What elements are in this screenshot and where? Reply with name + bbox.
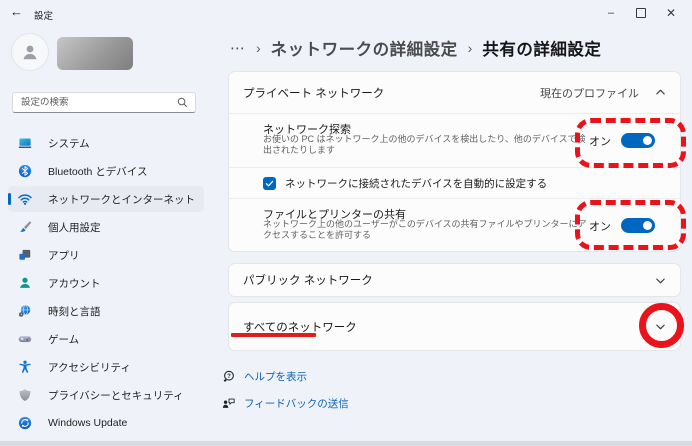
file-printer-sharing-row: ファイルとプリンターの共有 ネットワーク上の他のユーザーがこのデバイスの共有ファ… <box>229 199 680 252</box>
toggle-state-label: オン <box>589 218 611 234</box>
section-title: パブリック ネットワーク <box>243 272 373 288</box>
maximize-icon <box>636 8 646 18</box>
chevron-down-icon <box>655 321 666 332</box>
selected-indicator <box>8 193 11 205</box>
network-discovery-toggle[interactable]: オン <box>589 114 655 167</box>
windows-update-icon <box>18 416 32 430</box>
sidebar-item-accessibility[interactable]: アクセシビリティ <box>8 354 204 380</box>
sidebar-item-network[interactable]: ネットワークとインターネット <box>8 186 204 212</box>
breadcrumb-overflow-button[interactable]: ⋯ <box>230 39 246 57</box>
chevron-up-icon <box>655 87 666 98</box>
sidebar-item-label: アカウント <box>48 276 101 291</box>
toggle-switch-icon <box>621 133 655 148</box>
user-avatar[interactable] <box>11 33 49 71</box>
page-title: 共有の詳細設定 <box>482 36 601 60</box>
breadcrumb: ⋯ › ネットワークの詳細設定 › 共有の詳細設定 <box>230 36 601 60</box>
bluetooth-icon <box>18 164 32 178</box>
settings-window: ← 設定 – ✕ システム <box>0 0 692 446</box>
system-icon <box>18 136 32 150</box>
sidebar-item-label: ネットワークとインターネット <box>48 192 195 207</box>
search-icon <box>177 97 188 108</box>
setting-description: ネットワーク上の他のユーザーがこのデバイスの共有ファイルやプリンターにアクセスす… <box>263 219 593 241</box>
titlebar: ← 設定 – ✕ <box>0 0 692 28</box>
sidebar-item-label: 個人用設定 <box>48 220 101 235</box>
close-button[interactable]: ✕ <box>656 0 686 26</box>
sidebar-item-bluetooth[interactable]: Bluetooth とデバイス <box>8 158 204 184</box>
person-icon <box>20 42 40 62</box>
chevron-right-icon: › <box>468 40 473 56</box>
link-label: フィードバックの送信 <box>244 396 349 411</box>
sidebar-item-label: アクセシビリティ <box>48 360 131 375</box>
accounts-icon <box>18 276 32 290</box>
sidebar-item-label: Bluetooth とデバイス <box>48 164 147 179</box>
network-discovery-row: ネットワーク探索 お使いの PC はネットワーク上の他のデバイスを検出したり、他… <box>229 114 680 167</box>
sidebar-item-label: ゲーム <box>48 332 79 347</box>
window-title: 設定 <box>34 8 53 22</box>
window-bottom-edge <box>0 441 692 446</box>
checkbox-checked-icon[interactable] <box>263 177 276 190</box>
file-printer-sharing-toggle[interactable]: オン <box>589 199 655 252</box>
send-feedback-link[interactable]: フィードバックの送信 <box>222 396 349 411</box>
settings-search[interactable] <box>12 92 196 113</box>
sidebar-item-label: システム <box>48 136 90 151</box>
sidebar-item-windows-update[interactable]: Windows Update <box>8 410 204 436</box>
sidebar-item-personalization[interactable]: 個人用設定 <box>8 214 204 240</box>
apps-icon <box>18 248 32 262</box>
sidebar-item-label: プライバシーとセキュリティ <box>48 388 184 403</box>
current-profile-badge: 現在のプロファイル <box>540 85 639 101</box>
sidebar-item-time-language[interactable]: 時刻と言語 <box>8 298 204 324</box>
sidebar-item-label: 時刻と言語 <box>48 304 101 319</box>
toggle-state-label: オン <box>589 133 611 149</box>
sidebar-item-privacy[interactable]: プライバシーとセキュリティ <box>8 382 204 408</box>
sidebar-item-label: アプリ <box>48 248 80 263</box>
sidebar-item-accounts[interactable]: アカウント <box>8 270 204 296</box>
back-button[interactable]: ← <box>10 4 23 19</box>
user-name-redacted <box>57 37 133 70</box>
sidebar-item-system[interactable]: システム <box>8 130 204 156</box>
sidebar-item-label: Windows Update <box>48 417 127 429</box>
setting-description: お使いの PC はネットワーク上の他のデバイスを検出したり、他のデバイスで検出さ… <box>263 134 593 156</box>
privacy-shield-icon <box>18 388 32 402</box>
chevron-right-icon: › <box>256 40 261 56</box>
personalization-icon <box>18 220 32 234</box>
network-icon <box>18 192 32 206</box>
section-title: すべてのネットワーク <box>243 319 357 335</box>
minimize-button[interactable]: – <box>596 0 626 26</box>
all-networks-card[interactable]: すべてのネットワーク <box>228 302 681 351</box>
private-network-header[interactable]: プライベート ネットワーク 現在のプロファイル <box>229 72 680 113</box>
toggle-switch-icon <box>621 218 655 233</box>
section-title: プライベート ネットワーク <box>243 85 384 101</box>
time-language-icon <box>18 304 32 318</box>
link-label: ヘルプを表示 <box>244 369 307 384</box>
get-help-link[interactable]: ? ヘルプを表示 <box>222 369 307 384</box>
public-network-card[interactable]: パブリック ネットワーク <box>228 263 681 297</box>
svg-text:?: ? <box>227 373 231 380</box>
gaming-icon <box>18 332 32 346</box>
feedback-icon <box>222 397 235 410</box>
search-input[interactable] <box>13 97 177 108</box>
private-network-card: プライベート ネットワーク 現在のプロファイル ネットワーク探索 お使いの PC… <box>228 71 681 252</box>
accessibility-icon <box>18 360 32 374</box>
auto-setup-checkbox-row[interactable]: ネットワークに接続されたデバイスを自動的に設定する <box>229 168 680 198</box>
sidebar-item-apps[interactable]: アプリ <box>8 242 204 268</box>
sidebar-nav: システム Bluetooth とデバイス <box>8 130 204 438</box>
help-icon: ? <box>222 370 235 383</box>
chevron-down-icon <box>655 275 666 286</box>
checkbox-label: ネットワークに接続されたデバイスを自動的に設定する <box>285 176 547 191</box>
maximize-button[interactable] <box>626 0 656 26</box>
sidebar-item-gaming[interactable]: ゲーム <box>8 326 204 352</box>
breadcrumb-parent[interactable]: ネットワークの詳細設定 <box>271 36 458 60</box>
